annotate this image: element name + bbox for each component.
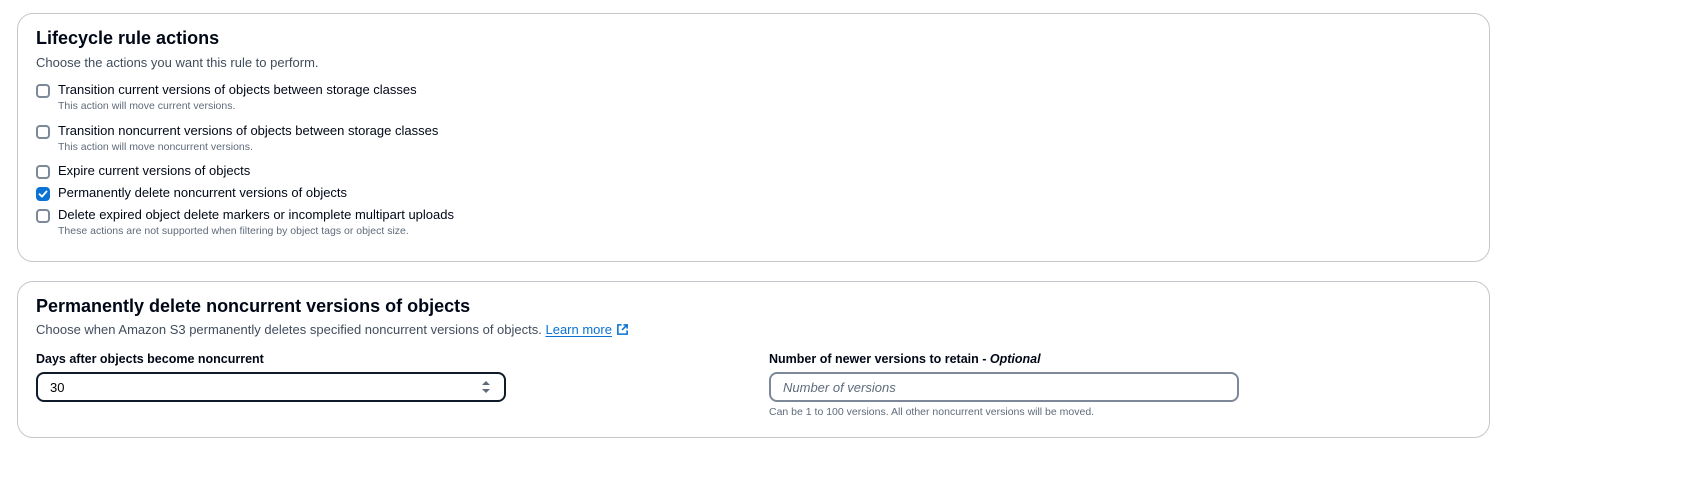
number-stepper-icon[interactable]	[480, 378, 492, 396]
versions-input[interactable]	[769, 372, 1239, 402]
learn-more-label[interactable]: Learn more	[545, 322, 611, 337]
optional-label: Optional	[989, 352, 1041, 366]
learn-more-link[interactable]: Learn more	[545, 322, 628, 337]
versions-label-text: Number of newer versions to retain -	[769, 352, 990, 366]
checkbox-delete-noncurrent[interactable]	[36, 187, 50, 201]
description-text: Choose when Amazon S3 permanently delete…	[36, 322, 542, 337]
checkbox-expire-current[interactable]	[36, 165, 50, 179]
option-label[interactable]: Transition current versions of objects b…	[58, 82, 417, 97]
delete-noncurrent-title: Permanently delete noncurrent versions o…	[36, 296, 471, 316]
option-label[interactable]: Expire current versions of objects	[58, 163, 250, 178]
option-label[interactable]: Transition noncurrent versions of object…	[58, 123, 438, 138]
option-label[interactable]: Delete expired object delete markers or …	[58, 207, 454, 222]
versions-hint: Can be 1 to 100 versions. All other nonc…	[769, 406, 1095, 418]
option-label[interactable]: Permanently delete noncurrent versions o…	[58, 185, 347, 200]
option-description: This action will move current versions.	[58, 100, 236, 112]
lifecycle-actions-description: Choose the actions you want this rule to…	[36, 55, 319, 70]
delete-noncurrent-description: Choose when Amazon S3 permanently delete…	[36, 322, 629, 337]
delete-noncurrent-panel: Permanently delete noncurrent versions o…	[17, 281, 1490, 438]
check-icon	[38, 190, 48, 198]
checkbox-transition-current[interactable]	[36, 84, 50, 98]
versions-field-label: Number of newer versions to retain - Opt…	[769, 352, 1041, 366]
lifecycle-actions-panel: Lifecycle rule actions Choose the action…	[17, 13, 1490, 262]
checkbox-transition-noncurrent[interactable]	[36, 125, 50, 139]
external-link-icon[interactable]	[616, 323, 629, 336]
days-input[interactable]	[36, 372, 506, 402]
days-field-label: Days after objects become noncurrent	[36, 352, 264, 366]
lifecycle-actions-title: Lifecycle rule actions	[36, 28, 220, 48]
option-description: This action will move noncurrent version…	[58, 141, 253, 153]
option-description: These actions are not supported when fil…	[58, 225, 409, 237]
checkbox-delete-expired-markers[interactable]	[36, 209, 50, 223]
